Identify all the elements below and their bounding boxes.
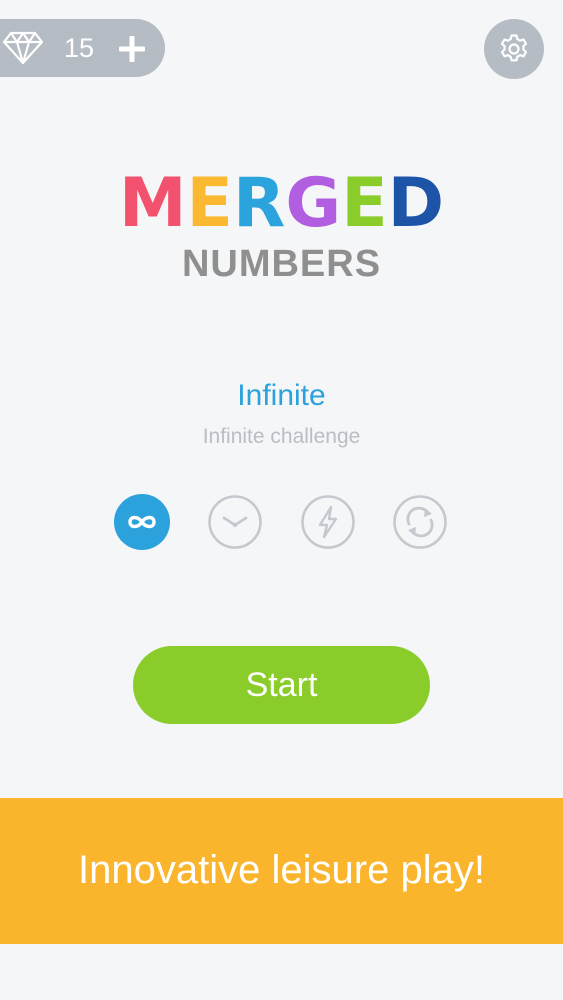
logo-letter: R [233, 164, 286, 243]
game-logo: MERGED [0, 162, 563, 246]
mode-refresh-button[interactable] [392, 494, 448, 550]
gear-icon [500, 34, 528, 62]
banner-text: Innovative leisure play! [78, 848, 485, 892]
mode-title: Infinite [237, 379, 326, 412]
settings-button[interactable] [484, 19, 544, 79]
mode-description: Infinite challenge [202, 425, 361, 448]
start-button[interactable]: Start [133, 646, 430, 724]
promo-banner: Innovative leisure play! [0, 798, 563, 944]
gem-counter[interactable]: 15 [0, 19, 165, 77]
logo-letter: G [285, 164, 342, 243]
logo-letter: M [118, 164, 187, 243]
mode-lightning-button[interactable] [300, 494, 356, 550]
mode-timed-button[interactable] [207, 494, 263, 550]
logo-letter: E [186, 164, 233, 243]
logo-letter: E [341, 164, 388, 243]
lightning-icon [301, 495, 355, 549]
logo-subtitle: NUMBERS [181, 243, 382, 285]
diamond-icon [2, 31, 44, 65]
logo-letter: D [387, 164, 445, 243]
clock-icon [208, 495, 262, 549]
gem-count: 15 [64, 33, 95, 63]
plus-icon[interactable] [117, 34, 147, 64]
refresh-icon [393, 495, 447, 549]
mode-infinite-button[interactable] [114, 494, 170, 550]
infinity-icon [114, 494, 170, 550]
